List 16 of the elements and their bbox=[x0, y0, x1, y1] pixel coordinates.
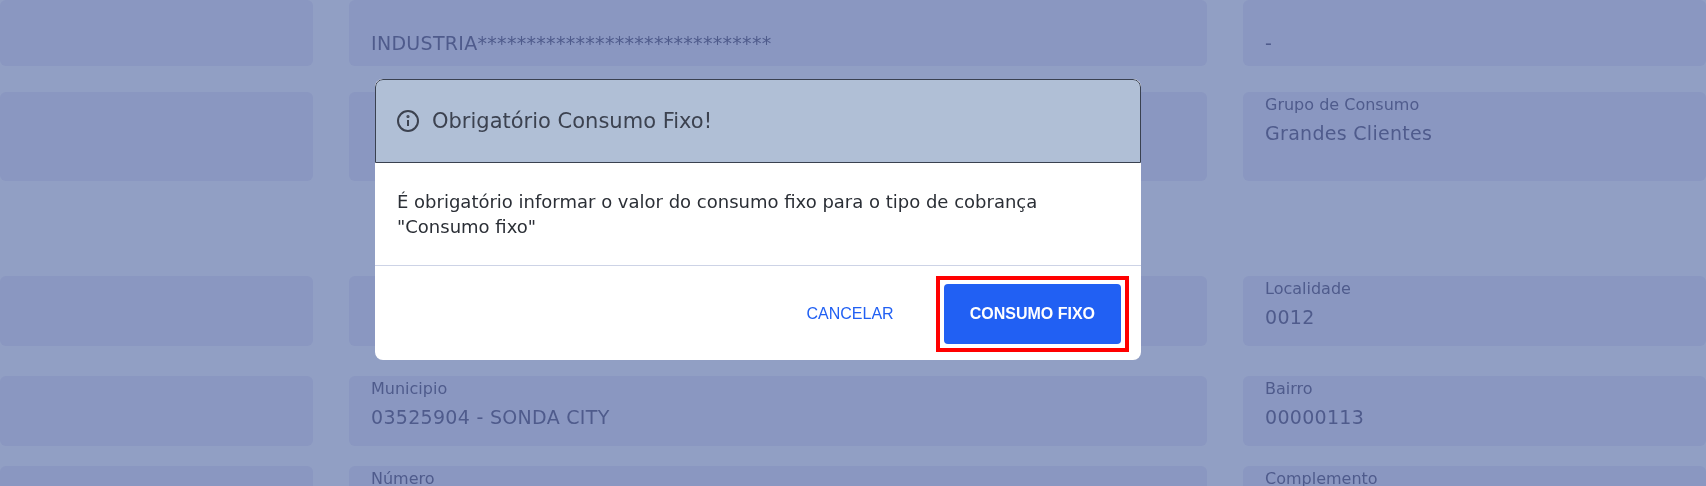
field-label: Número bbox=[371, 469, 436, 486]
field-value: - bbox=[1265, 32, 1274, 54]
field-label: Grupo de Consumo bbox=[1265, 95, 1421, 114]
confirm-button[interactable]: CONSUMO FIXO bbox=[943, 284, 1121, 344]
field-value: 03525904 - SONDA CITY bbox=[371, 406, 611, 428]
field-label: Localidade bbox=[1265, 279, 1352, 298]
dialog-title: Obrigatório Consumo Fixo! bbox=[432, 109, 713, 133]
cancel-button[interactable]: CANCELAR bbox=[798, 292, 902, 336]
field-label: Municipio bbox=[371, 379, 449, 398]
field-value: INDUSTRIA****************************** bbox=[371, 32, 773, 54]
field-value: 00000113 bbox=[1265, 406, 1366, 428]
field-value: 0012 bbox=[1265, 306, 1316, 328]
field-label: Bairro bbox=[1265, 379, 1314, 398]
field-value: Grandes Clientes bbox=[1265, 122, 1434, 144]
dialog-message: É obrigatório informar o valor do consumo fixo para o tipo de cobrança "Consumo fixo" bbox=[375, 163, 1141, 266]
info-icon bbox=[396, 109, 420, 133]
